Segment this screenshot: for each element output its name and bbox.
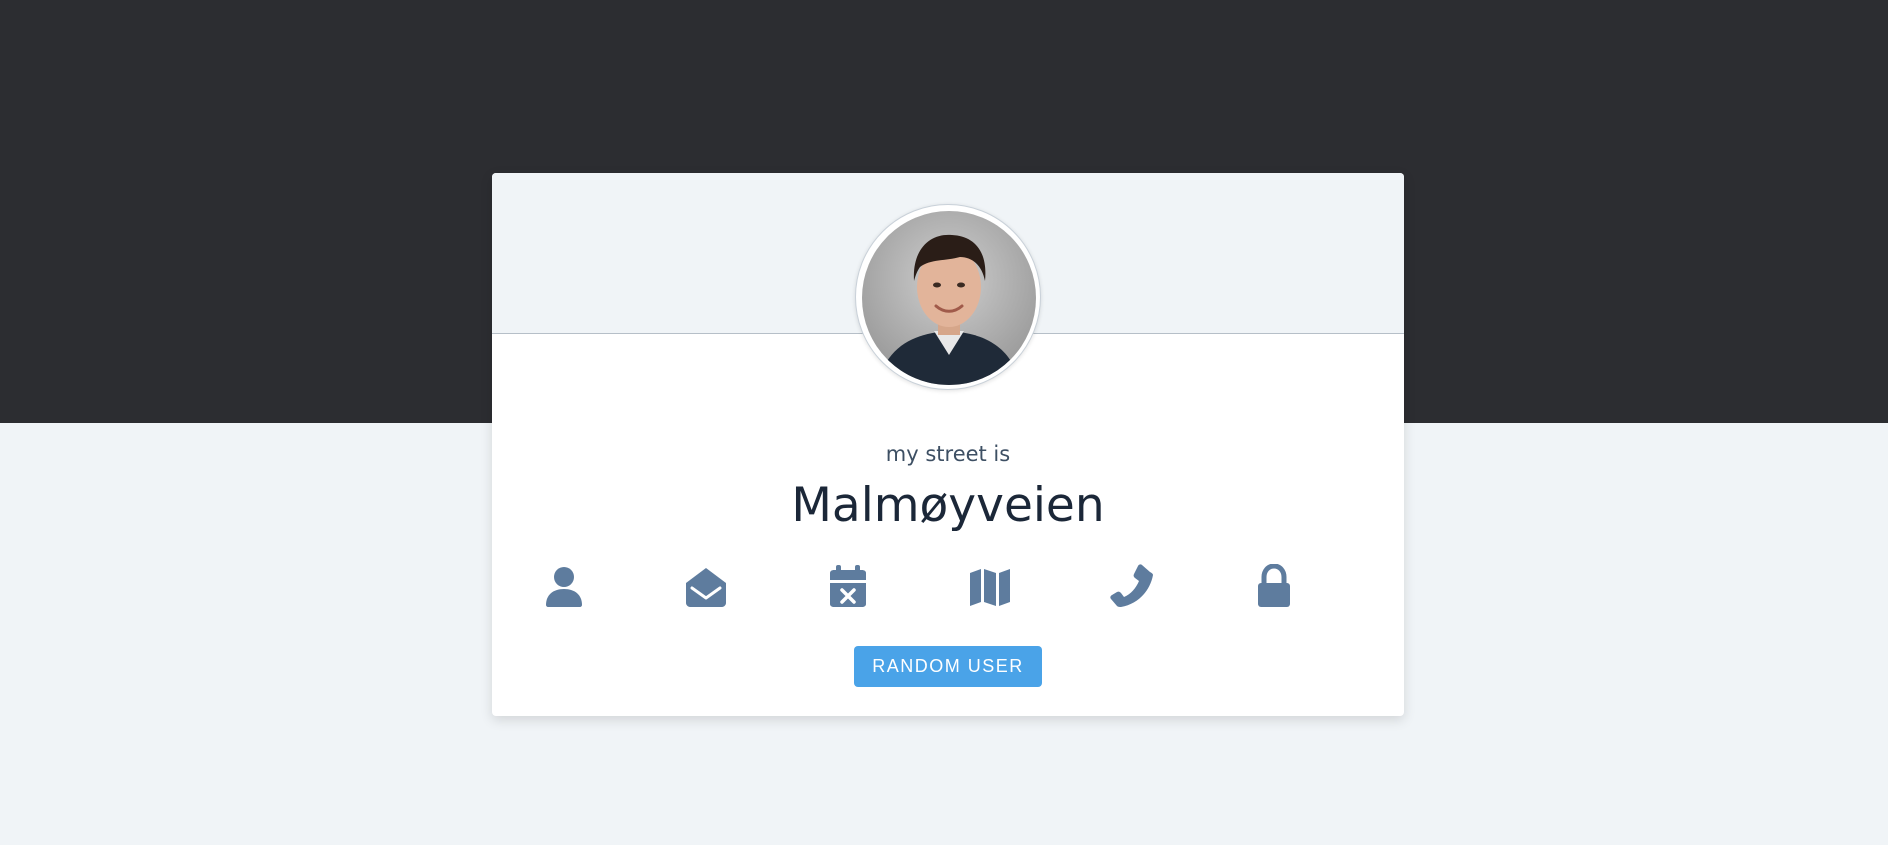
user-icon[interactable]	[542, 564, 586, 608]
random-user-button[interactable]: RANDOM USER	[854, 646, 1042, 687]
phone-icon[interactable]	[1110, 564, 1154, 608]
map-icon[interactable]	[968, 564, 1012, 608]
field-icon-bar	[542, 564, 1394, 614]
field-value: Malmøyveien	[791, 478, 1105, 533]
lock-icon[interactable]	[1252, 564, 1296, 608]
avatar-photo	[862, 211, 1036, 385]
user-card: my street is Malmøyveien RANDOM USER	[492, 173, 1404, 716]
field-label: my street is	[885, 442, 1011, 466]
calendar-x-icon[interactable]	[826, 564, 870, 608]
avatar	[855, 204, 1041, 390]
envelope-open-icon[interactable]	[684, 564, 728, 608]
